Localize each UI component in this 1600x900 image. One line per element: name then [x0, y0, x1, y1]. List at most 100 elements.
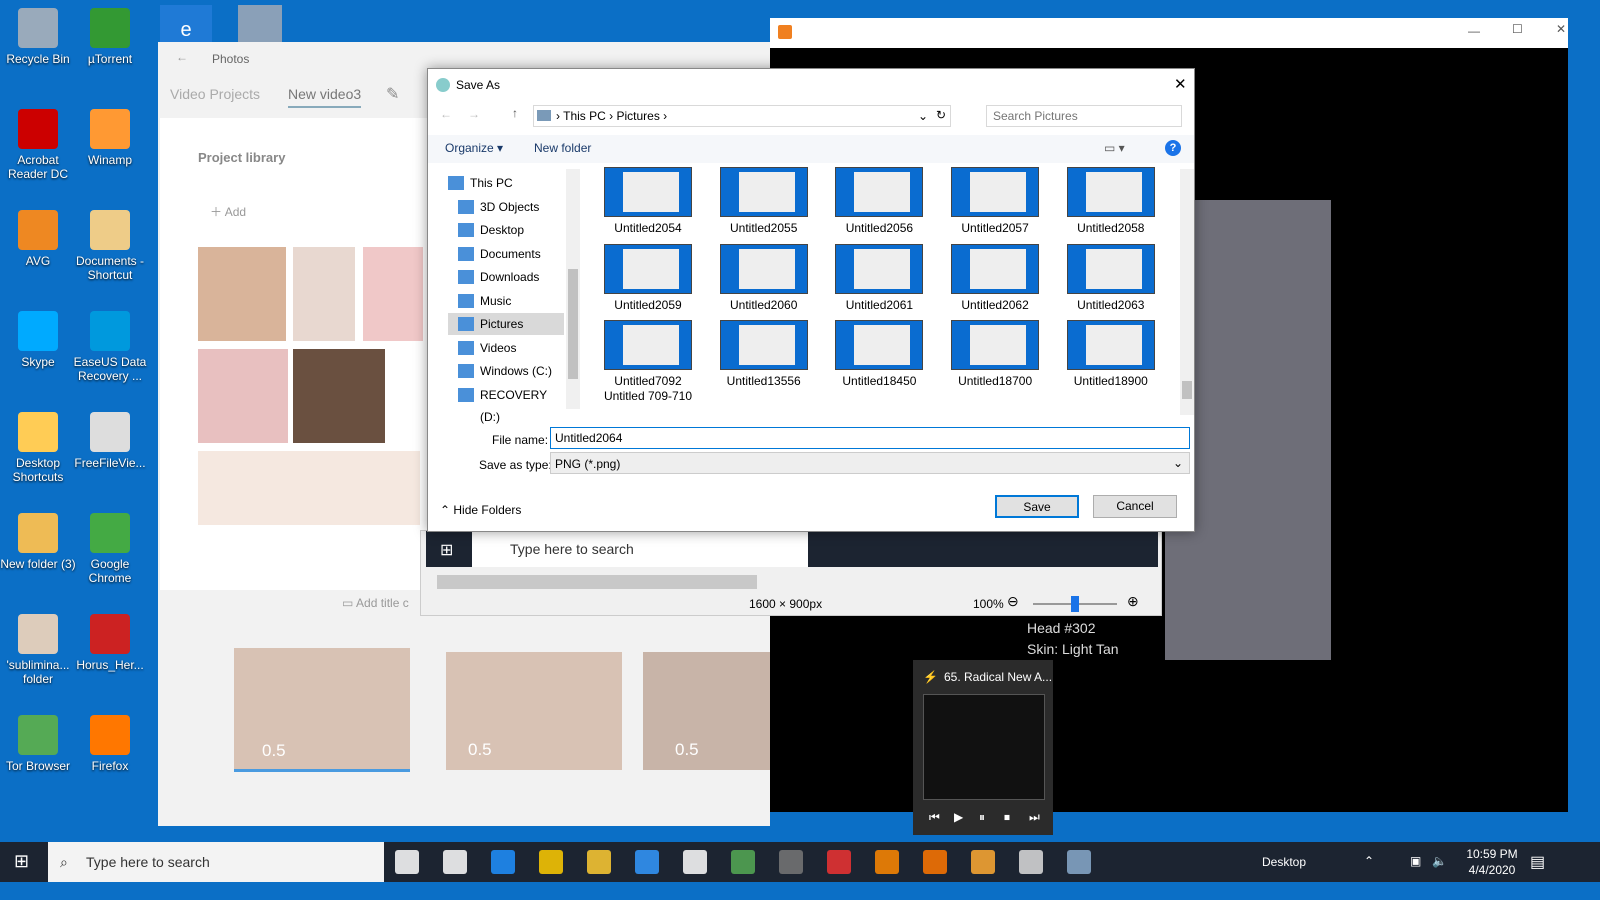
files-scrollbar[interactable]	[1180, 169, 1194, 415]
file-item[interactable]: Untitled2061	[825, 243, 933, 313]
taskbar-edge-icon[interactable]	[491, 850, 515, 874]
nav-scrollbar[interactable]	[566, 169, 580, 409]
taskbar-cortana-icon[interactable]	[395, 850, 419, 874]
up-button[interactable]: ↑	[512, 106, 518, 120]
nav-item[interactable]: Music	[448, 290, 564, 312]
taskbar-vlc-icon[interactable]	[875, 850, 899, 874]
photos-tab[interactable]: e	[160, 5, 212, 42]
desktop-icon[interactable]: Recycle Bin	[0, 8, 76, 66]
start-button[interactable]: ⊞	[14, 851, 29, 872]
save-as-type-select[interactable]: PNG (*.png) ⌄	[550, 452, 1190, 474]
play-button[interactable]: ▶	[954, 810, 963, 824]
taskbar-search[interactable]: ⌕ Type here to search	[48, 842, 384, 882]
next-button[interactable]: ⏭	[1029, 810, 1040, 825]
taskbar-tripadvisor-icon[interactable]	[731, 850, 755, 874]
nav-item[interactable]: Videos	[448, 337, 564, 359]
cancel-button[interactable]: Cancel	[1093, 495, 1177, 518]
nav-item[interactable]: Windows (C:)	[448, 360, 564, 382]
storyboard-clip[interactable]: 0.5	[643, 652, 770, 770]
nav-item[interactable]: 3D Objects	[448, 196, 564, 218]
address-bar[interactable]: › This PC › Pictures › ⌄ ↻	[533, 105, 951, 127]
file-item[interactable]: Untitled18700	[941, 320, 1049, 389]
add-button[interactable]: ＋ Add	[210, 203, 246, 220]
taskbar-amazon-icon[interactable]	[683, 850, 707, 874]
help-icon[interactable]: ?	[1165, 140, 1181, 156]
desktop-icon[interactable]: 'sublimina... folder	[0, 614, 76, 686]
view-options-button[interactable]: ▭ ▾	[1104, 141, 1125, 155]
new-folder-button[interactable]: New folder	[534, 141, 591, 155]
file-item[interactable]: Untitled18450	[825, 320, 933, 389]
nav-item[interactable]: This PC	[438, 172, 554, 194]
file-item[interactable]: Untitled2055	[710, 167, 818, 236]
file-item[interactable]: Untitled13556	[710, 320, 818, 389]
crumb-this-pc[interactable]: This PC	[563, 109, 606, 123]
notifications-icon[interactable]: ▤	[1530, 852, 1545, 872]
media-thumb[interactable]	[363, 247, 423, 341]
file-item[interactable]: Untitled2056	[825, 167, 933, 236]
back-button[interactable]: ←	[440, 107, 452, 121]
media-thumb[interactable]	[198, 247, 286, 341]
taskbar-store-icon[interactable]	[539, 850, 563, 874]
back-icon[interactable]: ←	[176, 50, 188, 64]
desktop-icon[interactable]: New folder (3)	[0, 513, 76, 571]
pause-button[interactable]: ⏸	[979, 810, 985, 825]
edit-icon[interactable]: ✎	[386, 84, 399, 104]
zoom-out-button[interactable]: ⊖	[1007, 593, 1019, 610]
desktop-icon[interactable]: Firefox	[72, 715, 148, 773]
close-button[interactable]: ✕	[1556, 22, 1566, 36]
horizontal-scrollbar[interactable]	[437, 575, 757, 589]
file-item[interactable]: Untitled2058	[1057, 167, 1165, 236]
close-button[interactable]: ✕	[1174, 75, 1187, 93]
taskbar-photos-icon[interactable]	[1019, 850, 1043, 874]
file-item[interactable]: Untitled2057	[941, 167, 1049, 236]
nav-item[interactable]: Pictures	[448, 313, 564, 335]
desktop-icon[interactable]: Winamp	[72, 109, 148, 167]
zoom-in-button[interactable]: ⊕	[1127, 593, 1139, 610]
storyboard-clip[interactable]: 0.5	[234, 648, 410, 772]
media-thumb[interactable]	[198, 451, 420, 525]
taskbar-app-icon[interactable]	[779, 850, 803, 874]
tray-overflow-icon[interactable]: ⌃	[1364, 854, 1374, 868]
desktop-toolbar[interactable]: Desktop	[1262, 855, 1306, 869]
save-button[interactable]: Save	[995, 495, 1079, 518]
taskbar-task-view-icon[interactable]	[443, 850, 467, 874]
desktop-icon[interactable]: AVG	[0, 210, 76, 268]
taskbar-mail-icon[interactable]	[635, 850, 659, 874]
file-item[interactable]: Untitled2054	[594, 167, 702, 236]
media-thumb[interactable]	[293, 247, 355, 341]
desktop-icon[interactable]: Skype	[0, 311, 76, 369]
volume-icon[interactable]: 🔈	[1432, 854, 1447, 868]
search-input[interactable]	[986, 105, 1182, 127]
nav-item[interactable]: RECOVERY (D:)	[448, 384, 564, 424]
desktop-icon[interactable]: Documents - Shortcut	[72, 210, 148, 282]
storyboard-clip[interactable]: 0.5	[446, 652, 622, 770]
file-item[interactable]: Untitled2059	[594, 243, 702, 313]
nav-item[interactable]: Downloads	[448, 266, 564, 288]
taskbar-media-player-icon[interactable]	[923, 850, 947, 874]
file-item[interactable]: Untitled18900	[1057, 320, 1165, 389]
desktop-icon[interactable]: EaseUS Data Recovery ...	[72, 311, 148, 383]
stop-button[interactable]: ⏹	[1004, 810, 1010, 825]
taskbar-winamp-icon[interactable]	[971, 850, 995, 874]
nav-item[interactable]: Desktop	[448, 219, 564, 241]
media-thumb[interactable]	[198, 349, 288, 443]
chevron-down-icon[interactable]: ⌄	[918, 109, 928, 123]
taskbar-paint-icon[interactable]	[1067, 850, 1091, 874]
previous-button[interactable]: ⏮	[929, 810, 940, 825]
desktop-icon[interactable]: Horus_Her...	[72, 614, 148, 672]
breadcrumb-video-projects[interactable]: Video Projects	[170, 86, 260, 102]
desktop-icon[interactable]: Desktop Shortcuts	[0, 412, 76, 484]
file-item[interactable]: Untitled2063	[1057, 243, 1165, 313]
file-item[interactable]: Untitled2060	[710, 243, 818, 313]
winamp-thumbnail[interactable]: ⚡ 65. Radical New A... ⏮ ▶ ⏸ ⏹ ⏭	[913, 660, 1053, 835]
file-name-input[interactable]	[550, 427, 1190, 449]
minimize-button[interactable]: —	[1468, 24, 1480, 38]
desktop-icon[interactable]: Google Chrome	[72, 513, 148, 585]
desktop-icon[interactable]: FreeFileVie...	[72, 412, 148, 470]
media-thumb[interactable]	[293, 349, 385, 443]
desktop-icon[interactable]: µTorrent	[72, 8, 148, 66]
taskbar-file-explorer-icon[interactable]	[587, 850, 611, 874]
desktop-icon[interactable]: Acrobat Reader DC	[0, 109, 76, 181]
hide-folders-button[interactable]: ⌃ Hide Folders	[440, 503, 521, 517]
nav-item[interactable]: Documents	[448, 243, 564, 265]
